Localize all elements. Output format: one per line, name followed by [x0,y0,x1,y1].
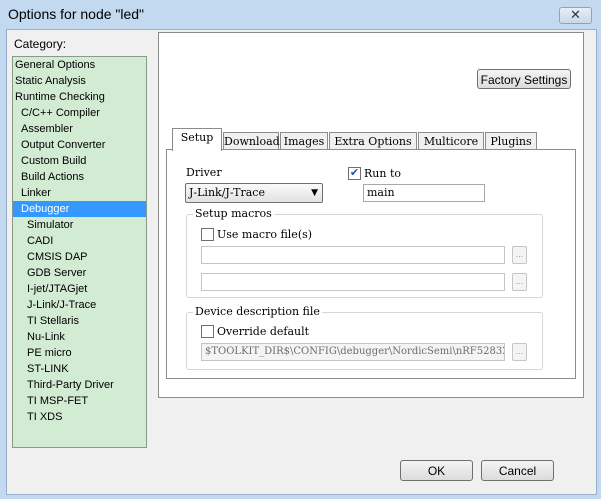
category-item-runtime-checking[interactable]: Runtime Checking [13,89,146,105]
window-title: Options for node "led" [8,6,145,22]
category-item-simulator[interactable]: Simulator [13,217,146,233]
category-item-linker[interactable]: Linker [13,185,146,201]
category-item-third-party-driver[interactable]: Third-Party Driver [13,377,146,393]
run-to-checkbox[interactable]: ✔ [348,167,361,180]
device-description-group: Device description file [186,305,543,370]
category-item-j-link-j-trace[interactable]: J-Link/J-Trace [13,297,146,313]
run-to-input[interactable]: main [363,184,485,202]
run-to-label: Run to [364,167,401,180]
ok-button[interactable]: OK [400,460,473,481]
macro-file-input-2[interactable] [201,273,505,291]
category-item-ti-stellaris[interactable]: TI Stellaris [13,313,146,329]
category-item-ti-msp-fet[interactable]: TI MSP-FET [13,393,146,409]
checkmark-icon: ✔ [349,167,360,179]
category-list[interactable]: General Options Static Analysis Runtime Ch… [12,56,147,448]
device-browse-button[interactable]: ... [512,343,527,361]
close-button[interactable]: ✕ [559,7,592,24]
override-default-label: Override default [217,325,310,338]
cancel-button[interactable]: Cancel [481,460,554,481]
macro-browse-button-2[interactable]: ... [512,273,527,291]
device-description-title: Device description file [193,305,322,318]
close-icon: ✕ [570,7,581,22]
tab-images[interactable]: Images [280,132,328,150]
driver-value: J-Link/J-Trace [189,186,265,199]
category-item-ti-xds[interactable]: TI XDS [13,409,146,425]
tab-plugins[interactable]: Plugins [485,132,537,150]
tab-download[interactable]: Download [223,132,280,150]
override-default-checkbox[interactable] [201,325,214,338]
category-item-static-analysis[interactable]: Static Analysis [13,73,146,89]
category-item-st-link[interactable]: ST-LINK [13,361,146,377]
use-macro-label: Use macro file(s) [217,228,313,241]
driver-select[interactable]: J-Link/J-Trace ▼ [185,183,323,203]
macro-file-input-1[interactable] [201,246,505,264]
category-item-general-options[interactable]: General Options [13,57,146,73]
setup-macros-title: Setup macros [193,207,274,220]
driver-label: Driver [186,166,222,179]
category-label: Category: [14,37,67,51]
tab-setup[interactable]: Setup [172,128,222,151]
macro-browse-button-1[interactable]: ... [512,246,527,264]
chevron-down-icon: ▼ [311,188,318,198]
category-item-i-jet-jtagjet[interactable]: I-jet/JTAGjet [13,281,146,297]
category-item-cadi[interactable]: CADI [13,233,146,249]
device-description-path[interactable]: $TOOLKIT_DIR$\CONFIG\debugger\NordicSemi… [201,343,505,361]
category-item-debugger[interactable]: Debugger [13,201,146,217]
category-item-c-c-compiler[interactable]: C/C++ Compiler [13,105,146,121]
category-item-gdb-server[interactable]: GDB Server [13,265,146,281]
category-item-nu-link[interactable]: Nu-Link [13,329,146,345]
factory-settings-button[interactable]: Factory Settings [477,69,571,89]
category-item-cmsis-dap[interactable]: CMSIS DAP [13,249,146,265]
category-item-pe-micro[interactable]: PE micro [13,345,146,361]
tab-extra-options[interactable]: Extra Options [329,132,417,150]
tab-multicore[interactable]: Multicore [418,132,484,150]
category-item-assembler[interactable]: Assembler [13,121,146,137]
category-item-build-actions[interactable]: Build Actions [13,169,146,185]
category-item-output-converter[interactable]: Output Converter [13,137,146,153]
category-item-custom-build[interactable]: Custom Build [13,153,146,169]
use-macro-checkbox[interactable] [201,228,214,241]
title-bar: Options for node "led" ✕ [0,0,601,30]
